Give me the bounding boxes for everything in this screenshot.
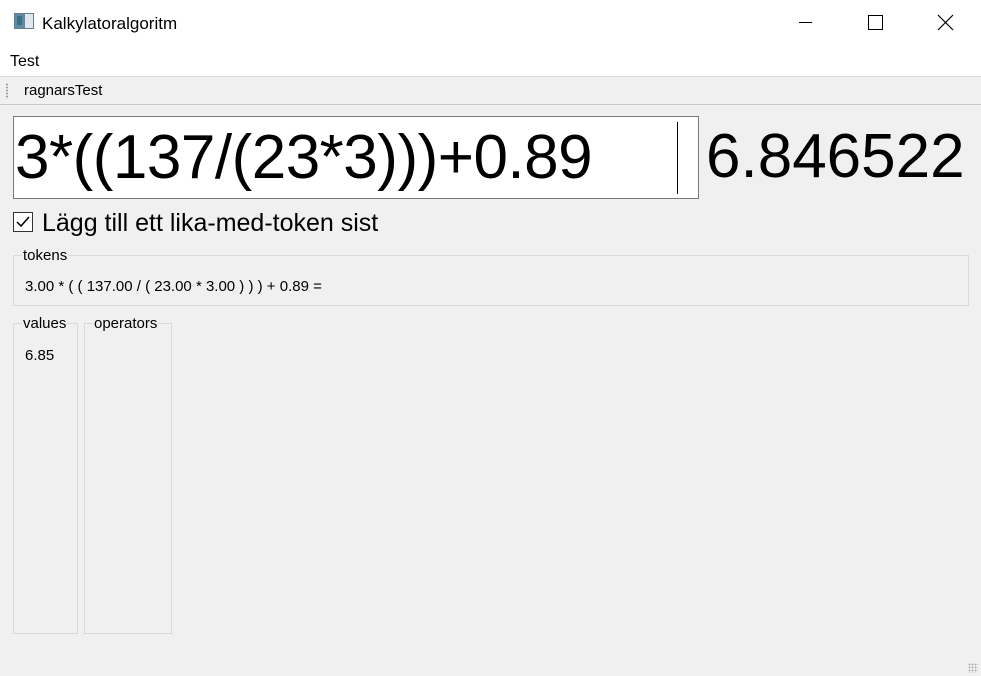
- menu-bar: Test: [0, 46, 981, 77]
- toolbar: ragnarsTest: [0, 77, 981, 105]
- values-group-title: values: [22, 315, 68, 332]
- close-button[interactable]: [922, 0, 968, 46]
- values-group: values 6.85: [13, 315, 78, 634]
- tokens-group: tokens 3.00 * ( ( 137.00 / ( 23.00 * 3.0…: [13, 247, 969, 306]
- expression-input[interactable]: 3*((137/(23*3)))+0.89: [13, 116, 699, 199]
- menu-item-test[interactable]: Test: [10, 53, 39, 71]
- minimize-button[interactable]: [782, 0, 828, 46]
- result-display: 6.846522: [706, 122, 965, 191]
- checkmark-icon: [16, 216, 30, 228]
- toolbar-button-ragnarstest[interactable]: ragnarsTest: [24, 82, 102, 99]
- operators-group: operators: [84, 315, 172, 634]
- text-caret: [677, 122, 678, 194]
- values-item: 6.85: [25, 347, 55, 364]
- minimize-icon: [799, 22, 812, 23]
- operators-group-title: operators: [93, 315, 159, 332]
- app-window-icon[interactable]: [14, 13, 34, 29]
- tokens-group-title: tokens: [22, 247, 69, 264]
- title-bar: Kalkylatoralgoritm: [0, 0, 981, 46]
- equals-token-checkbox[interactable]: [13, 212, 33, 232]
- maximize-icon: [868, 15, 883, 30]
- tokens-content: 3.00 * ( ( 137.00 / ( 23.00 * 3.00 ) ) )…: [25, 278, 322, 295]
- window-title: Kalkylatoralgoritm: [42, 14, 178, 33]
- equals-token-checkbox-label[interactable]: Lägg till ett lika-med-token sist: [42, 209, 378, 238]
- close-icon: [937, 14, 954, 31]
- toolbar-grip-icon[interactable]: [6, 83, 8, 99]
- maximize-button[interactable]: [852, 0, 898, 46]
- resize-grip-icon[interactable]: [968, 663, 978, 673]
- expression-text: 3*((137/(23*3)))+0.89: [15, 123, 593, 192]
